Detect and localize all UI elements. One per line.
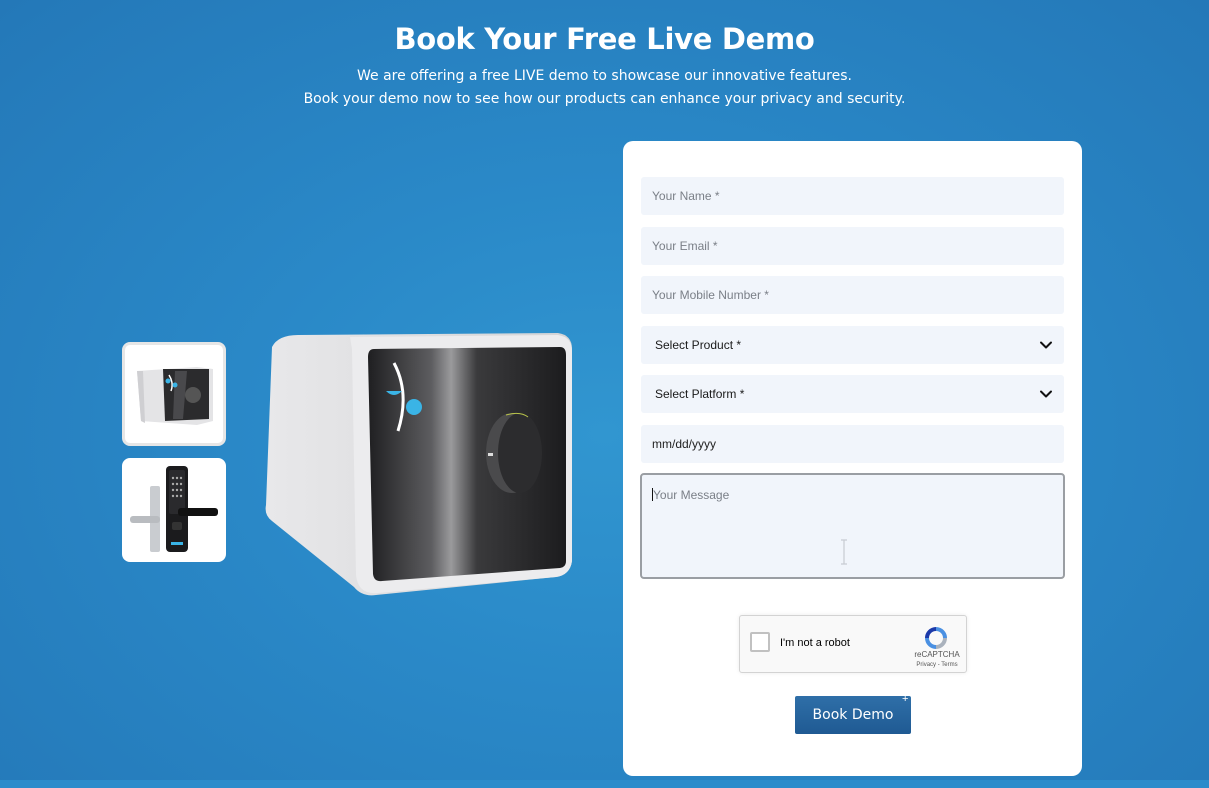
page-title: Book Your Free Live Demo: [394, 22, 815, 56]
recaptcha-label: I'm not a robot: [780, 637, 850, 649]
text-cursor-icon: [841, 539, 847, 565]
smart-safe-thumbnail-image: [137, 367, 213, 425]
thumbnail-smart-door-lock[interactable]: [122, 458, 226, 562]
email-input-placeholder: Your Email *: [652, 239, 718, 253]
recaptcha-widget: I'm not a robot reCAPTCHA Privacy - Term…: [739, 615, 967, 673]
date-input[interactable]: mm/dd/yyyy: [641, 425, 1064, 463]
chevron-down-icon: [1040, 341, 1052, 349]
chevron-down-icon: [1040, 390, 1052, 398]
recaptcha-brand: reCAPTCHA: [914, 650, 960, 659]
mobile-input-placeholder: Your Mobile Number *: [652, 288, 769, 302]
product-select-value: Select Product *: [655, 338, 742, 352]
platform-select-value: Select Platform *: [655, 387, 745, 401]
smart-door-lock-thumbnail-image: [130, 466, 218, 552]
page-bottom-strip: [0, 780, 1209, 788]
recaptcha-checkbox[interactable]: [750, 632, 770, 652]
recaptcha-privacy-terms[interactable]: Privacy - Terms: [910, 662, 964, 668]
page-subtitle-line1: We are offering a free LIVE demo to show…: [357, 68, 852, 84]
page-subtitle-line2: Book your demo now to see how our produc…: [303, 91, 906, 107]
name-input-placeholder: Your Name *: [652, 189, 720, 203]
product-select[interactable]: Select Product *: [641, 326, 1064, 364]
cursor-crosshair-icon: +: [902, 693, 909, 705]
recaptcha-logo-icon: [925, 627, 947, 649]
main-product-image: [258, 325, 583, 605]
mobile-number-input[interactable]: Your Mobile Number *: [641, 276, 1064, 314]
message-textarea[interactable]: Your Message: [640, 473, 1065, 579]
thumbnail-smart-safe[interactable]: [122, 342, 226, 446]
email-input[interactable]: Your Email *: [641, 227, 1064, 265]
name-input[interactable]: Your Name *: [641, 177, 1064, 215]
book-demo-button[interactable]: Book Demo: [795, 696, 911, 734]
demo-booking-form: Your Name * Your Email * Your Mobile Num…: [623, 141, 1082, 776]
date-input-placeholder: mm/dd/yyyy: [652, 437, 717, 451]
platform-select[interactable]: Select Platform *: [641, 375, 1064, 413]
message-placeholder: Your Message: [653, 488, 730, 502]
